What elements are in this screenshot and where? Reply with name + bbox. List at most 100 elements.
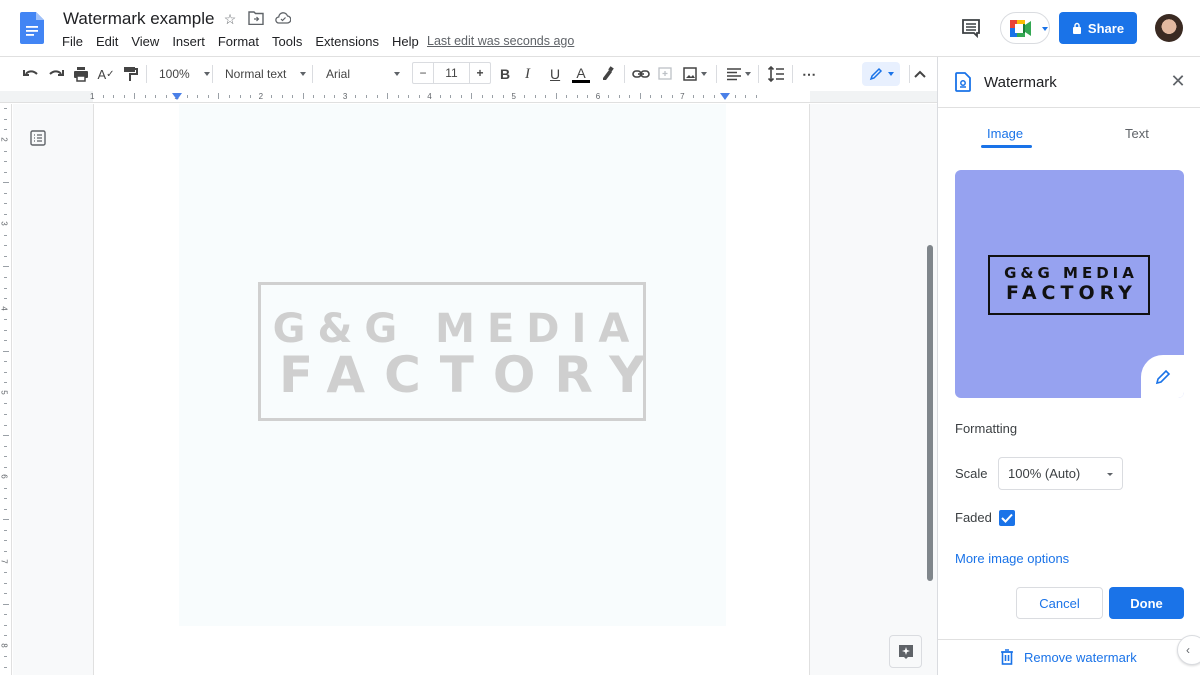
menu-edit[interactable]: Edit [96,34,118,49]
cancel-button[interactable]: Cancel [1016,587,1103,619]
scale-label: Scale [955,466,988,481]
menu-extensions[interactable]: Extensions [315,34,379,49]
toolbar-divider [212,65,213,83]
increase-font-size-button[interactable]: + [469,63,490,83]
editing-mode-button[interactable] [862,62,900,86]
ruler-tick [186,95,188,98]
ruler-tick [239,95,241,98]
ruler-tick [618,95,620,98]
vertical-ruler[interactable]: 2 3 4 5 6 7 8 [0,104,12,675]
ruler-tick [4,666,7,668]
collapse-menus-icon[interactable] [913,65,927,83]
ruler-tick [4,424,7,426]
ruler-tick [4,529,7,531]
menu-format[interactable]: Format [218,34,259,49]
horizontal-ruler[interactable]: 11234567 [0,91,937,103]
ruler-tick [397,95,399,98]
account-avatar[interactable] [1155,14,1183,42]
left-indent-marker[interactable] [172,93,182,100]
ruler-tick [4,213,7,215]
close-icon[interactable]: ✕ [1169,72,1187,90]
ruler-tick [734,95,736,98]
move-to-folder-icon[interactable] [248,11,264,25]
right-indent-marker[interactable] [720,93,730,100]
menu-tools[interactable]: Tools [272,34,302,49]
paragraph-style-select[interactable]: Normal text [225,65,307,83]
explore-button[interactable] [889,635,922,668]
share-button[interactable]: Share [1059,12,1137,44]
meet-button[interactable] [1000,12,1050,44]
comment-history-icon[interactable] [960,17,982,39]
insert-image-button[interactable] [682,65,707,83]
ruler-tick [4,498,7,500]
active-tab-indicator [981,145,1032,148]
side-panel-toggle-button[interactable]: ‹ [1177,635,1200,665]
underline-button[interactable]: U [550,65,560,83]
scale-value: 100% (Auto) [1008,466,1081,481]
panel-footer-divider [938,639,1200,640]
ruler-tick [4,361,7,363]
remove-watermark-button[interactable]: Remove watermark [1000,647,1137,667]
font-size-control: − 11 + [412,62,491,84]
panel-header: Watermark ✕ [938,57,1200,108]
watermark-text-line1: G&G MEDIA [272,306,642,352]
italic-button[interactable]: I [525,65,530,83]
insert-link-icon[interactable] [632,65,650,83]
last-edit-link[interactable]: Last edit was seconds ago [427,34,574,48]
more-image-options-link[interactable]: More image options [955,551,1069,566]
tab-image[interactable]: Image [987,126,1023,141]
pencil-icon [869,67,882,81]
ruler-tick [502,95,504,98]
vertical-scrollbar[interactable] [927,245,933,581]
chevron-down-icon [745,72,751,76]
ruler-tick [4,656,7,658]
text-color-glyph: A [576,64,586,81]
ruler-tick [4,624,7,626]
text-color-button[interactable]: A [571,65,591,83]
ruler-tick [481,95,483,98]
ruler-number: 3 [342,92,348,101]
ruler-number: 4 [0,305,9,311]
done-button[interactable]: Done [1109,587,1184,619]
menu-help[interactable]: Help [392,34,419,49]
change-image-button[interactable] [1141,355,1184,398]
zoom-select[interactable]: 100% [159,65,210,83]
spellcheck-icon[interactable]: A ✓ [97,65,115,83]
menu-view[interactable]: View [131,34,159,49]
faded-checkbox[interactable] [999,510,1015,526]
menu-insert[interactable]: Insert [172,34,205,49]
remove-watermark-label: Remove watermark [1024,649,1137,665]
scale-dropdown[interactable]: 100% (Auto) [998,457,1123,490]
align-button[interactable] [726,65,751,83]
print-icon[interactable] [72,65,90,83]
paint-format-icon[interactable] [122,65,138,83]
font-select[interactable]: Arial [326,65,401,83]
toolbar-divider [758,65,759,83]
ruler-tick [4,487,7,489]
tab-text[interactable]: Text [1125,126,1149,141]
chevron-down-icon [1107,473,1113,476]
toolbar-divider [312,65,313,83]
more-options-button[interactable]: ⋯ [802,65,816,83]
highlight-color-icon[interactable] [600,65,616,83]
google-docs-logo-icon[interactable] [20,12,44,44]
ruler-tick [4,572,7,574]
redo-icon[interactable] [47,65,65,83]
line-spacing-icon[interactable] [767,65,785,83]
document-outline-icon[interactable] [30,130,46,146]
watermark-text-line2: FACTORY [279,346,665,404]
font-size-input[interactable]: 11 [434,63,469,83]
document-title[interactable]: Watermark example [63,9,214,29]
undo-icon[interactable] [22,65,40,83]
menu-file[interactable]: File [62,34,83,49]
ruler-tick [4,108,7,110]
bold-button[interactable]: B [500,65,510,83]
ruler-tick [4,582,7,584]
star-icon[interactable]: ☆ [221,10,239,28]
add-comment-icon[interactable] [657,65,673,83]
decrease-font-size-button[interactable]: − [413,63,434,83]
ruler-tick [4,403,7,405]
panel-title: Watermark [984,74,1057,91]
cloud-status-icon[interactable] [275,12,291,24]
ruler-tick [228,95,230,98]
